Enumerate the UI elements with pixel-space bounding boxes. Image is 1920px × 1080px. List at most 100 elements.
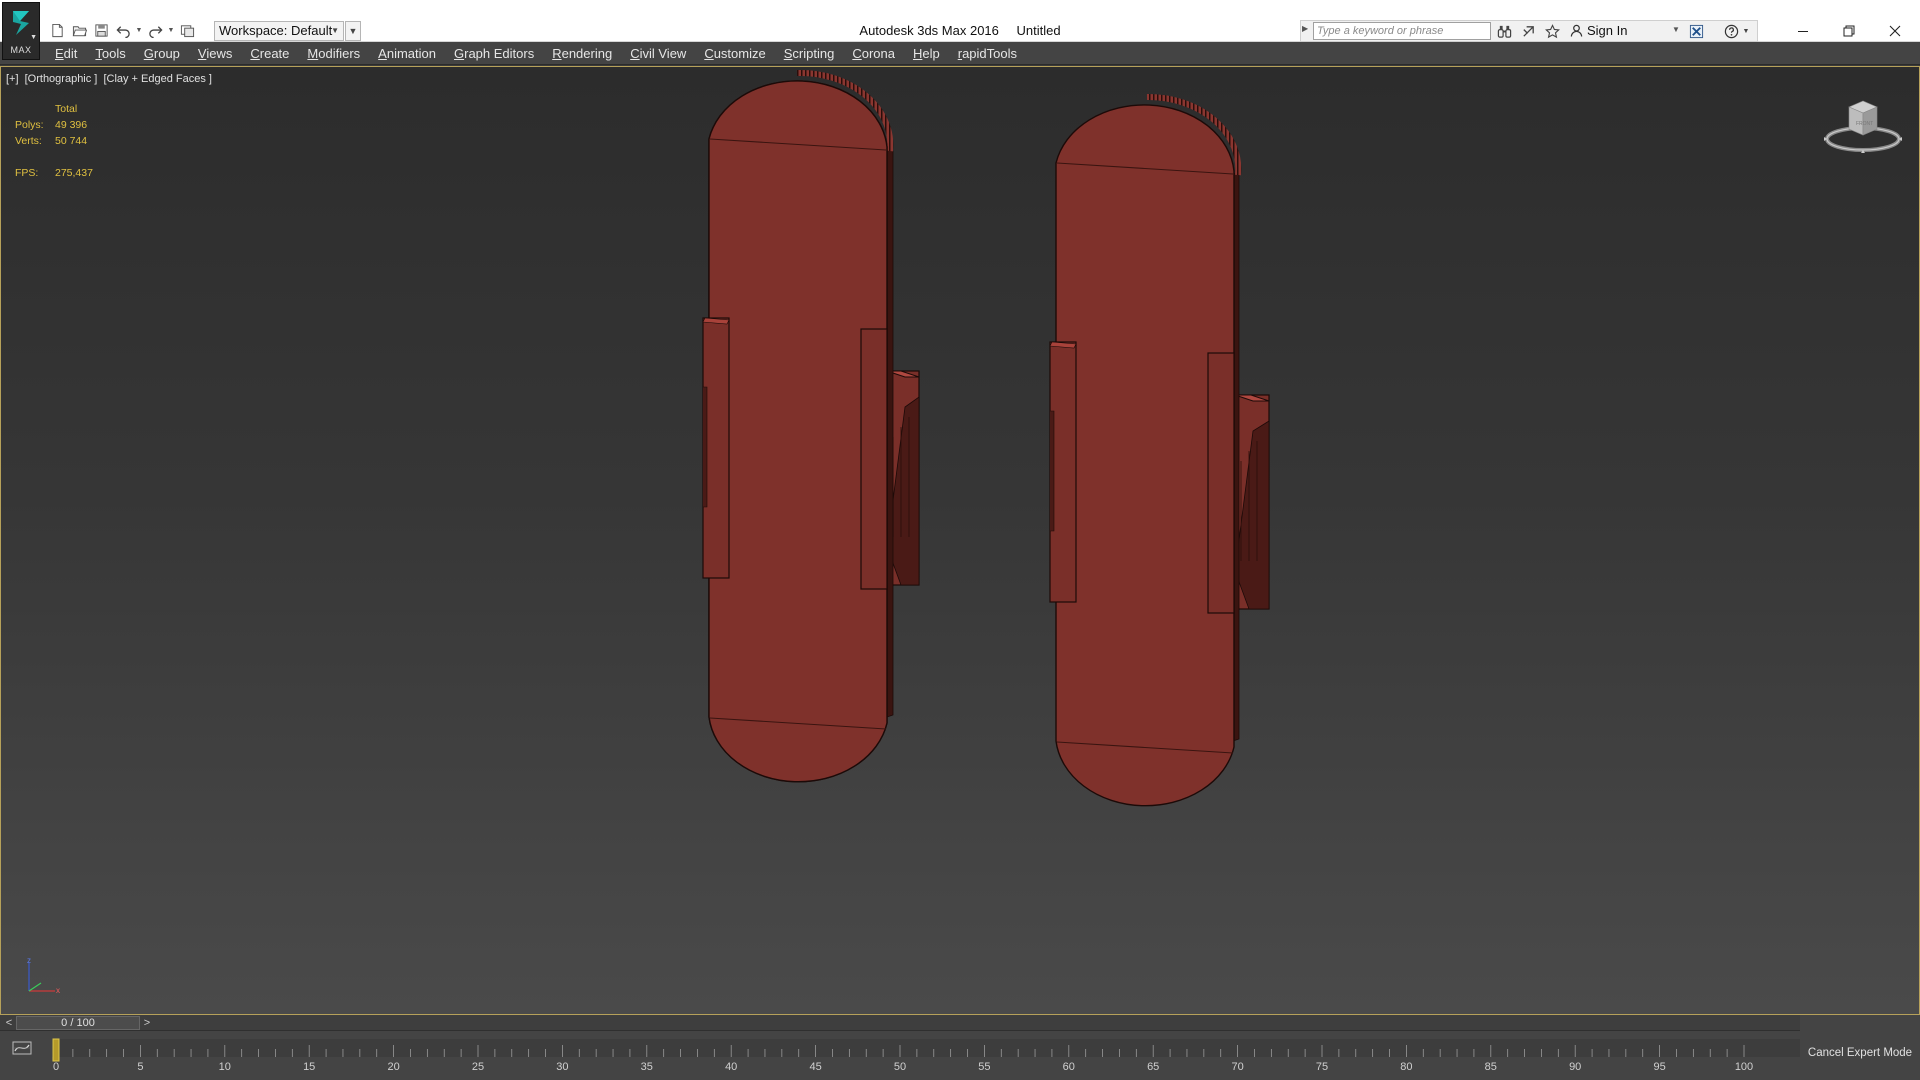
ruler-label: 20 <box>387 1061 399 1073</box>
user-icon <box>1570 24 1583 37</box>
time-slider-next-button[interactable]: > <box>140 1015 154 1031</box>
menu-bar: Edit Tools Group Views Create Modifiers … <box>0 42 1920 65</box>
menu-scripting[interactable]: Scripting <box>775 42 844 65</box>
time-slider-thumb[interactable]: 0 / 100 <box>16 1016 140 1030</box>
ruler-label: 60 <box>1063 1061 1075 1073</box>
sign-in-button[interactable]: Sign In <box>1570 23 1627 38</box>
ruler-label: 15 <box>303 1061 315 1073</box>
app-menu-caret-icon: ▼ <box>30 34 37 41</box>
fps-value: 275,437 <box>55 167 93 179</box>
verts-value: 50 744 <box>55 135 88 147</box>
ruler-track[interactable] <box>52 1039 1800 1057</box>
axis-x-label: x <box>56 986 60 995</box>
menu-customize[interactable]: Customize <box>695 42 774 65</box>
ruler-label: 70 <box>1231 1061 1243 1073</box>
redo-dropdown-icon[interactable]: ▼ <box>166 20 176 40</box>
fps-label: FPS: <box>15 167 39 179</box>
track-bar-panel: < 0 / 100 > 0 5 10 15 20 25 30 35 40 45 50 55 60 65 70… <box>0 1015 1920 1080</box>
workspace-dropdown[interactable]: Workspace: Default ▼ <box>214 21 344 41</box>
close-button[interactable] <box>1872 20 1918 42</box>
ruler-label: 50 <box>894 1061 906 1073</box>
sign-in-dropdown-icon[interactable]: ▼ <box>1672 25 1680 34</box>
stats-header: Total <box>55 103 78 115</box>
title-bar: ▼ MAX ▼ ▼ Workspace: Default ▼ ▼ Autodes… <box>0 0 1920 60</box>
ruler-label: 0 <box>53 1061 59 1073</box>
menu-edit[interactable]: Edit <box>46 42 86 65</box>
project-folder-icon[interactable] <box>176 20 198 40</box>
info-center-collapse-icon[interactable]: ▶ <box>1302 24 1308 33</box>
axis-z-label: z <box>27 956 31 965</box>
keyword-search-input[interactable] <box>1313 22 1491 40</box>
quick-access-toolbar: ▼ ▼ <box>46 20 198 40</box>
current-frame-marker[interactable] <box>52 1038 60 1062</box>
ruler-label: 30 <box>556 1061 568 1073</box>
redo-icon[interactable] <box>144 20 166 40</box>
axis-tripod-icon: z x <box>27 956 60 995</box>
restore-icon <box>1843 25 1855 37</box>
menu-graph-editors[interactable]: Graph Editors <box>445 42 543 65</box>
time-slider[interactable]: < 0 / 100 > <box>0 1015 1800 1031</box>
undo-dropdown-icon[interactable]: ▼ <box>134 20 144 40</box>
verts-label: Verts: <box>15 135 42 147</box>
menu-items: Edit Tools Group Views Create Modifiers … <box>46 42 1026 65</box>
restore-button[interactable] <box>1826 20 1872 42</box>
ruler-label: 90 <box>1569 1061 1581 1073</box>
menu-create[interactable]: Create <box>241 42 298 65</box>
menu-modifiers[interactable]: Modifiers <box>298 42 369 65</box>
menu-rendering[interactable]: Rendering <box>543 42 621 65</box>
ruler-label: 80 <box>1400 1061 1412 1073</box>
mini-curve-editor-button[interactable] <box>10 1037 34 1059</box>
cancel-expert-mode-button[interactable]: Cancel Expert Mode <box>1800 1031 1920 1075</box>
track-bar-ruler[interactable]: 0 5 10 15 20 25 30 35 40 45 50 55 60 65 70 75 80 85 90 95 10… <box>52 1033 1800 1075</box>
ruler-label: 25 <box>472 1061 484 1073</box>
time-slider-prev-button[interactable]: < <box>2 1015 16 1031</box>
viewport-point-of-view-menu[interactable]: [Orthographic ] <box>25 73 98 85</box>
open-file-icon[interactable] <box>68 20 90 40</box>
menu-corona[interactable]: Corona <box>843 42 904 65</box>
menu-tools[interactable]: Tools <box>86 42 134 65</box>
minimize-icon <box>1798 31 1808 32</box>
menu-rapidtools[interactable]: rapidTools <box>949 42 1026 65</box>
ruler-label: 65 <box>1147 1061 1159 1073</box>
viewcube-face-label: FRONT <box>1856 121 1873 127</box>
model-object-right[interactable] <box>1049 93 1270 807</box>
customize-quick-access-icon[interactable]: ▼ <box>345 21 361 41</box>
scene-objects[interactable] <box>1 67 1919 1014</box>
ruler-label: 40 <box>725 1061 737 1073</box>
curve-editor-icon <box>12 1041 32 1055</box>
ruler-label: 75 <box>1316 1061 1328 1073</box>
exchange-apps-icon[interactable] <box>1686 22 1706 40</box>
application-menu-button[interactable]: ▼ MAX <box>2 2 40 60</box>
viewport-label-menu[interactable]: [+] [Orthographic ] [Clay + Edged Faces … <box>6 73 215 85</box>
sign-in-label: Sign In <box>1587 23 1628 38</box>
help-icon[interactable] <box>1721 22 1741 40</box>
favorites-star-icon[interactable] <box>1542 22 1562 40</box>
viewport-general-menu[interactable]: [+] <box>6 73 19 85</box>
polys-value: 49 396 <box>55 119 88 131</box>
communication-center-icon[interactable] <box>1518 22 1538 40</box>
close-icon <box>1889 25 1901 37</box>
ruler-label: 10 <box>219 1061 231 1073</box>
menu-animation[interactable]: Animation <box>369 42 445 65</box>
viewport-shading-menu[interactable]: [Clay + Edged Faces ] <box>103 73 212 85</box>
new-file-icon[interactable] <box>46 20 68 40</box>
workspace-label: Workspace: Default <box>219 23 333 38</box>
ruler-label: 55 <box>978 1061 990 1073</box>
help-dropdown-icon[interactable]: ▼ <box>1740 22 1752 40</box>
ruler-label: 45 <box>809 1061 821 1073</box>
perspective-viewport[interactable]: [+] [Orthographic ] [Clay + Edged Faces … <box>0 66 1920 1015</box>
undo-icon[interactable] <box>112 20 134 40</box>
app-logo-text: MAX <box>10 45 32 55</box>
ruler-label: 85 <box>1485 1061 1497 1073</box>
menu-civil-view[interactable]: Civil View <box>621 42 695 65</box>
viewcube-icon[interactable]: FRONT <box>1821 95 1905 155</box>
model-object-left[interactable] <box>383 69 920 791</box>
viewport-statistics: Total Polys: 49 396 Verts: 50 744 FPS: 275,… <box>15 101 93 181</box>
menu-help[interactable]: Help <box>904 42 949 65</box>
app-title: Autodesk 3ds Max 2016 <box>859 23 999 38</box>
menu-views[interactable]: Views <box>189 42 241 65</box>
menu-group[interactable]: Group <box>135 42 189 65</box>
save-icon[interactable] <box>90 20 112 40</box>
binoculars-icon[interactable] <box>1494 22 1514 40</box>
minimize-button[interactable] <box>1780 20 1826 42</box>
